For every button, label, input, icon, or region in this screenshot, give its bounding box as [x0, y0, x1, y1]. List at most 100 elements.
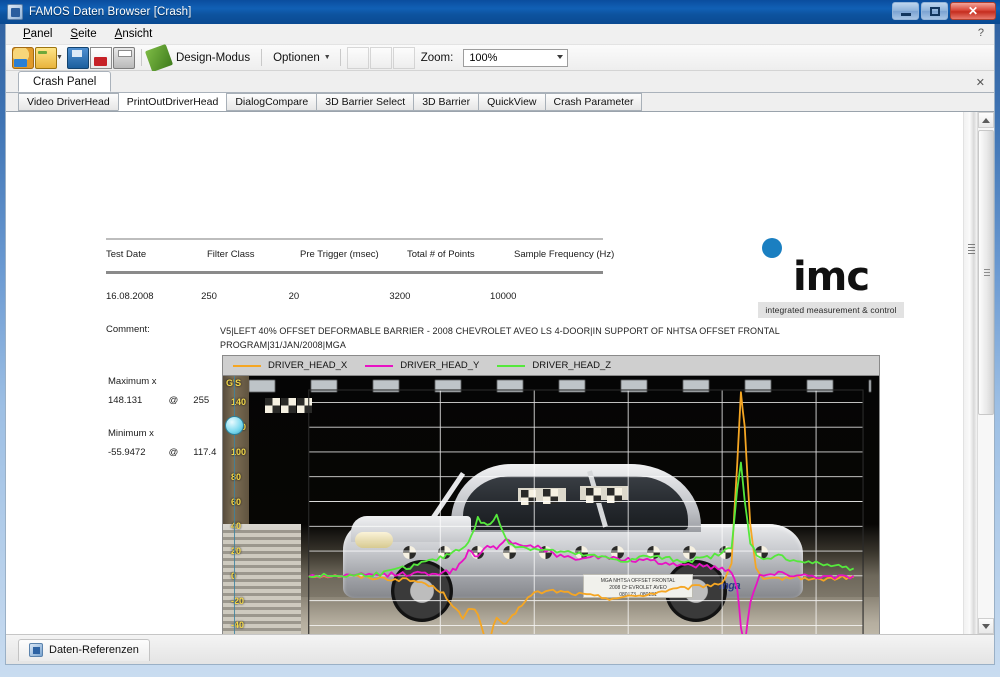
stat-maximum: Maximum x 148.131 @ 255 [108, 372, 216, 410]
pdf-export-icon[interactable] [89, 46, 112, 69]
legend-label-x: DRIVER_HEAD_X [268, 360, 348, 371]
status-bar: Daten-Referenzen [6, 634, 994, 664]
report-page: Test Date Filter Class Pre Trigger (msec… [6, 112, 977, 634]
vertical-scrollbar[interactable] [977, 112, 994, 634]
header-values: 16.08.2008 250 20 3200 10000 [106, 274, 603, 302]
scroll-down-button[interactable] [978, 618, 994, 634]
page-edge-grip-icon [968, 244, 975, 255]
legend-label-z: DRIVER_HEAD_Z [532, 360, 612, 371]
tab-3d-barrier-select[interactable]: 3D Barrier Select [316, 93, 414, 111]
open-icon[interactable] [12, 46, 34, 69]
design-mode-button[interactable]: Design-Modus [171, 52, 255, 64]
col-sample-frequency: Sample Frequency (Hz) [514, 249, 615, 260]
optionen-dropdown-caret-icon[interactable]: ▼ [324, 54, 331, 61]
menu-item-panel[interactable]: PPanelanel [15, 26, 60, 42]
chart-legend: DRIVER_HEAD_X DRIVER_HEAD_Y DRIVER_HEAD_… [222, 355, 880, 376]
toolbar-separator-1 [140, 49, 142, 66]
zoom-label: Zoom: [420, 51, 454, 64]
stat-minimum: Minimum x -55.9472 @ 117.4 [108, 424, 216, 462]
status-tab-label: Daten-Referenzen [49, 644, 139, 656]
close-panel-icon[interactable]: ✕ [976, 76, 985, 89]
y-tick--20: -20 [231, 595, 245, 606]
tab-dialogcompare[interactable]: DialogCompare [226, 93, 317, 111]
comment-label: Comment: [106, 324, 150, 335]
legend-item-driver-head-y[interactable]: DRIVER_HEAD_Y [365, 360, 479, 371]
toolbar-separator-3 [339, 49, 341, 66]
legend-swatch-y-icon [365, 364, 394, 367]
stat-minimum-value: -55.9472 [108, 447, 146, 458]
folder-icon[interactable] [35, 46, 57, 69]
status-tab-daten-referenzen[interactable]: Daten-Referenzen [18, 638, 150, 661]
cursor-line [234, 376, 235, 634]
curve-statistics: Maximum x 148.131 @ 255 Minimum x -55.94… [108, 372, 216, 476]
tab-quickview[interactable]: QuickView [478, 93, 545, 111]
y-tick--40: -40 [231, 620, 245, 631]
y-tick-40: 40 [231, 521, 242, 532]
tab-printout-driverhead[interactable]: PrintOutDriverHead [117, 92, 227, 111]
page-first-icon[interactable] [346, 46, 369, 69]
val-pre-trigger: 20 [288, 291, 300, 302]
minimize-button[interactable] [892, 2, 919, 20]
curve-driver-head-x [308, 391, 854, 634]
header-columns: Test Date Filter Class Pre Trigger (msec… [106, 240, 614, 269]
scrollbar-track[interactable] [978, 128, 994, 618]
stat-minimum-label: Minimum x [108, 428, 154, 439]
scroll-up-button[interactable] [978, 112, 994, 128]
col-filter-class: Filter Class [207, 249, 255, 260]
panel-tab-strip: Crash Panel ✕ [6, 71, 994, 93]
tab-3d-barrier[interactable]: 3D Barrier [413, 93, 479, 111]
page-edge-strip [963, 112, 977, 634]
legend-item-driver-head-x[interactable]: DRIVER_HEAD_X [233, 360, 347, 371]
stat-maximum-label: Maximum x [108, 376, 157, 387]
zoom-combobox[interactable]: 100% [463, 48, 569, 67]
toolbar-separator-2 [261, 49, 263, 66]
y-tick-20: 20 [231, 546, 242, 557]
val-total-points: 3200 [389, 291, 411, 302]
menu-item-seite[interactable]: Seite [62, 26, 104, 42]
window-controls: ✕ [892, 2, 996, 20]
client-area: PPanelanel Seite Ansicht ? ▼ Design-Modu… [5, 24, 995, 665]
crash-video-with-chart-overlay[interactable]: MGA NHTSA OFFSET FRONTAL 2008 CHEVROLET A… [222, 376, 880, 634]
chevron-up-icon [982, 117, 990, 123]
application-window: FAMOS Daten Browser [Crash] ✕ PPanelanel… [0, 0, 1000, 677]
menu-item-ansicht[interactable]: Ansicht [107, 26, 161, 42]
legend-swatch-z-icon [497, 364, 526, 367]
pencil-icon[interactable] [144, 43, 174, 72]
col-test-date: Test Date [106, 249, 147, 260]
tab-crash-panel[interactable]: Crash Panel [18, 71, 112, 92]
legend-item-driver-head-z[interactable]: DRIVER_HEAD_Z [497, 360, 611, 371]
maximize-button[interactable] [921, 2, 948, 20]
tab-crash-parameter[interactable]: Crash Parameter [544, 93, 643, 111]
toolbar: ▼ Design-Modus Optionen ▼ Zoom: 100% [6, 43, 994, 72]
help-icon[interactable]: ? [978, 27, 984, 39]
report-header-table: Test Date Filter Class Pre Trigger (msec… [106, 238, 614, 302]
stat-maximum-position: 255 [193, 395, 210, 406]
close-button[interactable]: ✕ [950, 2, 996, 20]
menu-bar: PPanelanel Seite Ansicht ? [6, 24, 994, 45]
imc-logo-tagline: integrated measurement & control [758, 302, 904, 318]
app-icon [7, 4, 23, 20]
folder-dropdown-caret-icon[interactable]: ▼ [56, 54, 63, 61]
curve-driver-head-z [308, 461, 855, 578]
val-sample-frequency: 10000 [490, 291, 517, 302]
scrollbar-thumb[interactable] [978, 130, 994, 415]
print-icon[interactable] [112, 46, 135, 69]
tab-video-driverhead[interactable]: Video DriverHead [18, 93, 118, 111]
comment-text: V5|LEFT 40% OFFSET DEFORMABLE BARRIER - … [220, 326, 780, 350]
legend-swatch-x-icon [233, 364, 261, 367]
stat-minimum-position: 117.4 [193, 447, 217, 458]
legend-label-y: DRIVER_HEAD_Y [400, 360, 480, 371]
imc-logo-dot-icon [762, 238, 782, 258]
val-filter-class: 250 [201, 291, 217, 302]
optionen-button[interactable]: Optionen [268, 52, 325, 64]
stat-maximum-at: @ [168, 395, 179, 406]
zoom-value: 100% [469, 51, 498, 64]
data-reference-icon [29, 643, 43, 657]
page-prev-icon[interactable] [369, 46, 392, 69]
save-icon[interactable] [66, 46, 89, 69]
imc-logo: imc integrated measurement & control [758, 238, 904, 318]
cursor-handle[interactable] [225, 416, 244, 435]
page-next-icon[interactable] [392, 46, 415, 69]
document-scroll-area: Test Date Filter Class Pre Trigger (msec… [6, 112, 994, 634]
title-bar: FAMOS Daten Browser [Crash] ✕ [0, 0, 1000, 24]
